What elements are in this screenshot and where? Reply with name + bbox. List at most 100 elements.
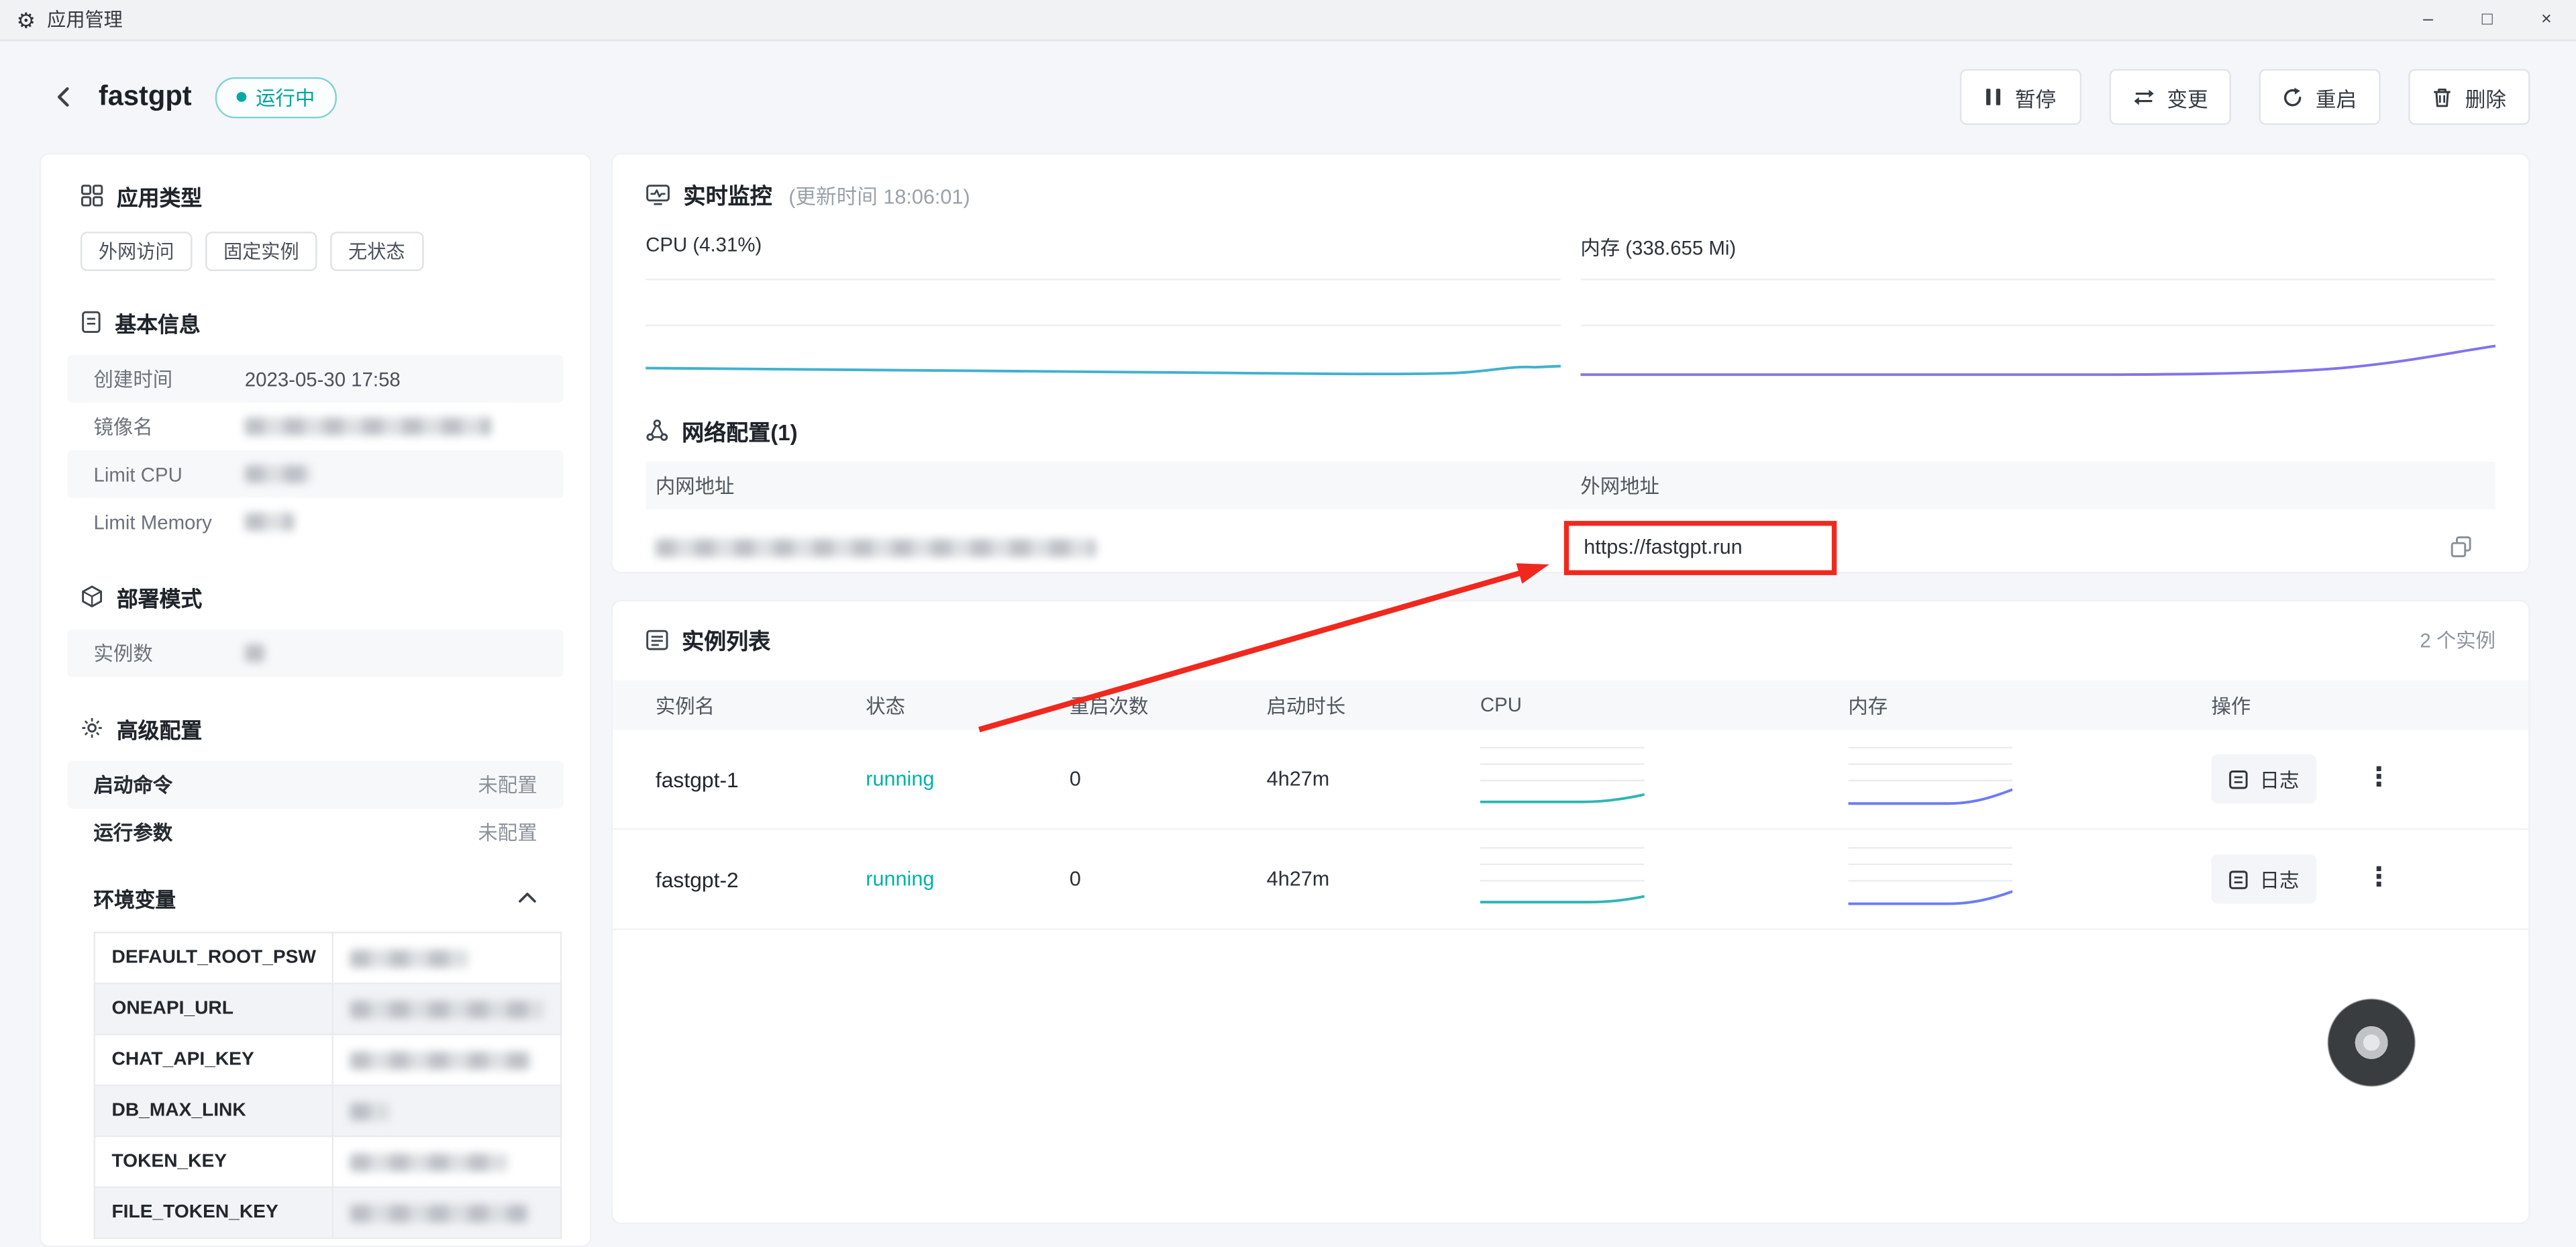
env-key-token-key: TOKEN_KEY: [95, 1136, 333, 1187]
env-row: DEFAULT_ROOT_PSW: [95, 932, 562, 983]
monitoring-card: 实时监控 (更新时间 18:06:01) CPU (4.31%) 内存 (338…: [611, 153, 2530, 574]
more-actions-button[interactable]: ⋮: [2359, 862, 2399, 895]
app-type-title: 应用类型: [117, 180, 202, 211]
env-value-redacted: [350, 949, 468, 967]
instance-list-card: 实例列表 2 个实例 实例名 状态 重启次数 启动时长 CPU 内存 操作 fa…: [611, 600, 2530, 1224]
log-button[interactable]: 日志: [2211, 854, 2316, 903]
copy-url-button[interactable]: [2449, 536, 2472, 558]
info-row-limit-memory: Limit Memory: [67, 498, 563, 546]
col-instance-name: 实例名: [646, 691, 856, 719]
instance-uptime: 4h27m: [1257, 767, 1470, 790]
env-key-file-token-key: FILE_TOKEN_KEY: [95, 1187, 333, 1238]
external-url-link[interactable]: https://fastgpt.run: [1584, 536, 1742, 558]
env-key-db-max-link: DB_MAX_LINK: [95, 1085, 333, 1136]
image-name-redacted-value: [245, 417, 491, 436]
tag-external-access: 外网访问: [81, 232, 192, 271]
section-basic-info: 基本信息: [41, 307, 590, 337]
env-row: DB_MAX_LINK: [95, 1085, 562, 1136]
collapse-env-button[interactable]: [517, 891, 537, 904]
network-table-header: 内网地址 外网地址: [646, 462, 2495, 509]
instance-row-fastgpt-2: fastgpt-2 running 0 4h27m: [613, 830, 2528, 930]
instance-name: fastgpt-1: [646, 766, 856, 791]
limit-memory-label: Limit Memory: [94, 510, 245, 533]
env-row: ONEAPI_URL: [95, 983, 562, 1034]
deploy-mode-title: 部署模式: [117, 581, 202, 612]
status-label: 运行中: [256, 83, 315, 111]
tag-fixed-instance: 固定实例: [205, 232, 317, 271]
tag-stateless: 无状态: [330, 232, 423, 271]
info-row-start-command: 启动命令 未配置: [67, 761, 563, 809]
monitoring-update-time: (更新时间 18:06:01): [788, 179, 970, 210]
monitoring-header: 实时监控 (更新时间 18:06:01): [646, 177, 2495, 210]
monitoring-title: 实时监控: [684, 177, 772, 210]
instance-memory-sparkline: [1848, 743, 2012, 815]
env-row: TOKEN_KEY: [95, 1136, 562, 1187]
run-params-value: 未配置: [478, 818, 537, 846]
col-memory: 内存: [1839, 691, 2202, 719]
instance-uptime: 4h27m: [1257, 868, 1470, 891]
col-restarts: 重启次数: [1060, 691, 1257, 719]
back-button[interactable]: [43, 76, 86, 119]
limit-cpu-redacted-value: [245, 465, 311, 483]
restart-label: 重启: [2316, 81, 2357, 113]
section-app-type: 应用类型: [41, 181, 590, 210]
pause-label: 暂停: [2015, 81, 2056, 113]
env-value-redacted: [350, 1153, 508, 1171]
env-vars-header: 环境变量: [67, 872, 563, 921]
env-row: FILE_TOKEN_KEY: [95, 1187, 562, 1238]
env-row: CHAT_API_KEY: [95, 1034, 562, 1085]
deploy-cube-icon: [81, 585, 103, 608]
start-command-label: 启动命令: [94, 770, 173, 799]
instance-restarts: 0: [1060, 868, 1257, 891]
memory-sparkline: [1580, 266, 2495, 398]
chevron-left-icon: [52, 85, 75, 108]
change-button[interactable]: 变更: [2110, 69, 2231, 125]
network-header: 网络配置(1): [646, 414, 2495, 447]
memory-chart-label: 内存 (338.655 Mi): [1580, 234, 2495, 263]
instance-count-label: 实例数: [94, 639, 245, 667]
list-icon: [646, 628, 668, 650]
app-detail-panel: 应用类型 外网访问 固定实例 无状态 基本信息 创建时间 2023-05-30 …: [40, 153, 592, 1247]
restart-button[interactable]: 重启: [2259, 69, 2380, 125]
run-params-label: 运行参数: [94, 818, 173, 846]
start-command-value: 未配置: [478, 770, 537, 799]
instance-list-title: 实例列表: [682, 623, 770, 656]
create-time-value: 2023-05-30 17:58: [245, 367, 401, 390]
basic-info-title: 基本信息: [115, 307, 200, 338]
instance-status: running: [856, 767, 1060, 790]
app-gear-icon: ⚙: [16, 9, 36, 30]
env-value-redacted: [350, 1051, 531, 1069]
env-value-redacted: [350, 1203, 527, 1221]
log-button-label: 日志: [2260, 765, 2300, 793]
col-external-address: 外网地址: [1571, 472, 2495, 500]
page-title: fastgpt: [99, 81, 192, 113]
pause-button[interactable]: 暂停: [1960, 69, 2081, 125]
delete-button[interactable]: 删除: [2408, 69, 2530, 125]
log-icon: [2228, 868, 2250, 890]
gear-icon: [81, 716, 103, 739]
network-table: 内网地址 外网地址 https://fastgpt.run: [646, 462, 2495, 585]
maximize-button[interactable]: □: [2458, 0, 2517, 40]
col-operations: 操作: [2202, 691, 2495, 719]
close-button[interactable]: ×: [2517, 0, 2576, 40]
pause-icon: [1986, 87, 2004, 107]
image-name-label: 镜像名: [94, 413, 245, 441]
network-icon: [646, 419, 668, 442]
internal-address-redacted: [656, 538, 1096, 556]
external-url-highlight: https://fastgpt.run: [1564, 520, 1837, 575]
instance-name: fastgpt-2: [646, 867, 856, 892]
minimize-button[interactable]: –: [2399, 0, 2458, 40]
col-cpu: CPU: [1470, 693, 1838, 716]
info-row-limit-cpu: Limit CPU: [67, 450, 563, 498]
network-table-row: https://fastgpt.run: [646, 509, 2495, 585]
info-row-create-time: 创建时间 2023-05-30 17:58: [67, 355, 563, 403]
instance-cpu-sparkline: [1480, 743, 1645, 815]
instance-row-fastgpt-1: fastgpt-1 running 0 4h27m: [613, 730, 2528, 830]
instance-status: running: [856, 868, 1060, 891]
status-badge: 运行中: [215, 77, 336, 117]
instance-cpu-sparkline: [1480, 843, 1645, 915]
instance-table-header: 实例名 状态 重启次数 启动时长 CPU 内存 操作: [613, 681, 2528, 730]
window-title: 应用管理: [47, 7, 123, 33]
more-actions-button[interactable]: ⋮: [2359, 762, 2399, 795]
log-button[interactable]: 日志: [2211, 754, 2316, 803]
